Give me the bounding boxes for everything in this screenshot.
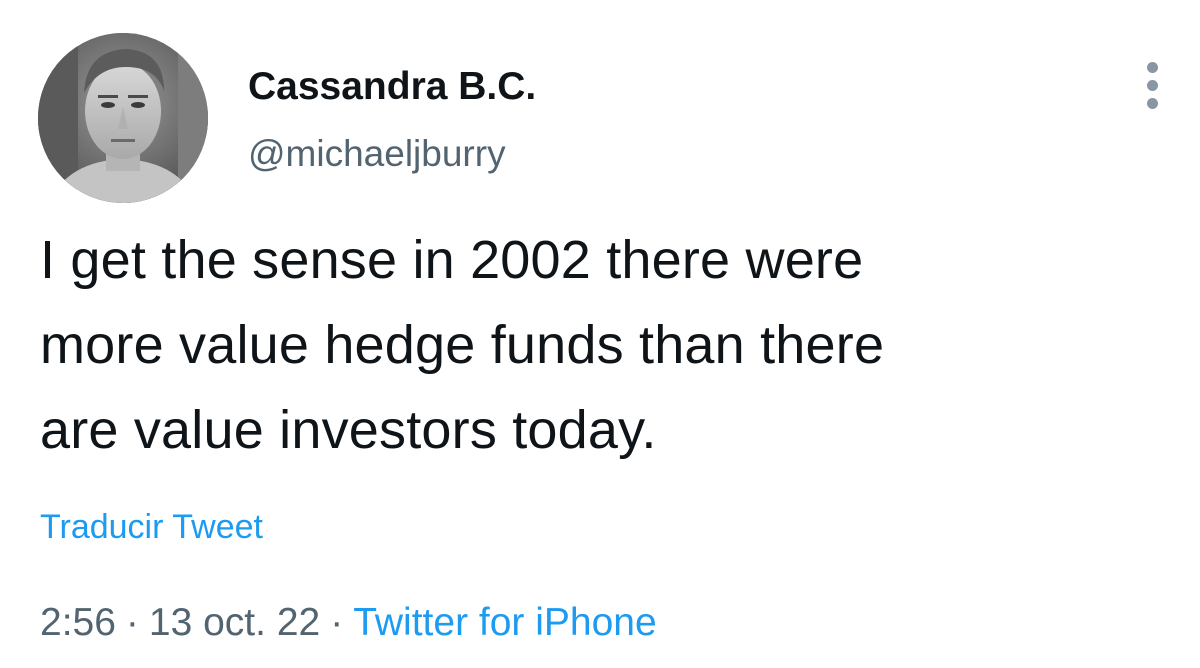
menu-dot [1147, 98, 1158, 109]
tweet-text-line: are value investors today. [40, 400, 657, 460]
meta-separator: · [330, 601, 344, 644]
tweet-date[interactable]: 13 oct. 22 [149, 601, 320, 644]
meta-separator: · [125, 601, 139, 644]
tweet-meta: 2:56 · 13 oct. 22 · Twitter for iPhone [40, 598, 657, 648]
tweet-text: I get the sense in 2002 there were more … [40, 218, 1170, 473]
tweet-source-link[interactable]: Twitter for iPhone [353, 601, 656, 644]
tweet-text-line: more value hedge funds than there [40, 315, 885, 375]
tweet-card: Cassandra B.C. @michaeljburry I get the … [0, 0, 1200, 668]
menu-dot [1147, 80, 1158, 91]
tweet-text-line: I get the sense in 2002 there were [40, 230, 864, 290]
author-handle[interactable]: @michaeljburry [248, 132, 506, 176]
avatar-photo [38, 33, 208, 203]
author-display-name[interactable]: Cassandra B.C. [248, 64, 536, 110]
tweet-time[interactable]: 2:56 [40, 601, 116, 644]
more-vertical-icon[interactable] [1137, 58, 1169, 112]
translate-tweet-link[interactable]: Traducir Tweet [40, 505, 263, 549]
menu-dot [1147, 62, 1158, 73]
avatar[interactable] [38, 33, 208, 203]
